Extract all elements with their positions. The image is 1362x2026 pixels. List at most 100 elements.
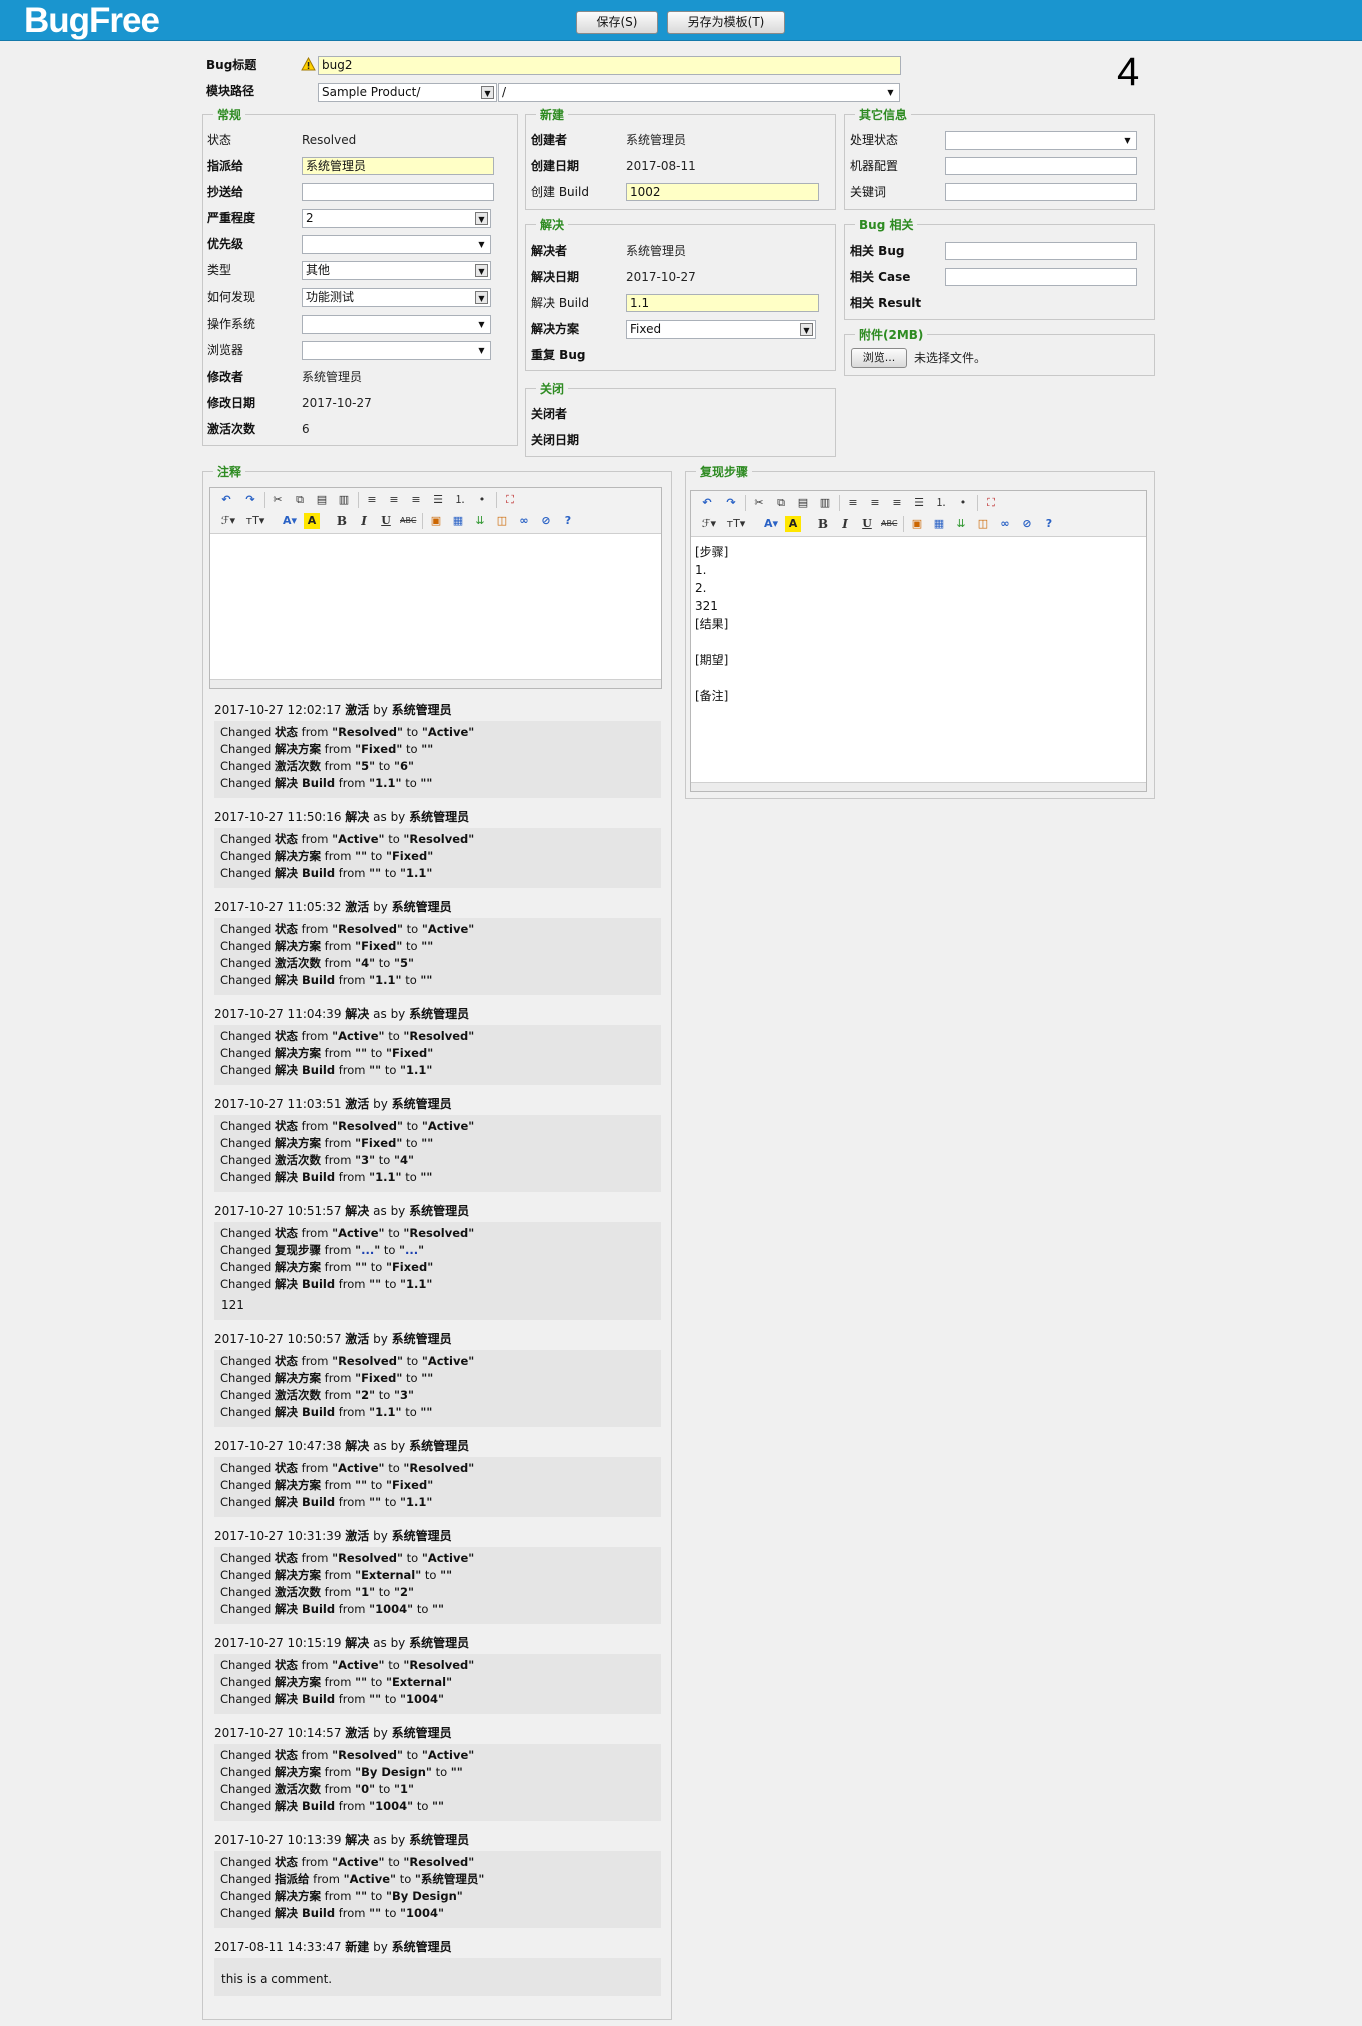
undo-icon[interactable]: ↶ — [218, 492, 234, 508]
bold-icon[interactable]: B — [815, 516, 831, 532]
fullscreen-icon[interactable]: ⛶ — [983, 495, 999, 511]
browser-select[interactable]: ▼ — [302, 341, 491, 360]
assigned-to-input[interactable]: 系统管理员 — [302, 157, 494, 175]
ordered-list-icon[interactable]: ⒈ — [452, 492, 468, 508]
repro-steps-content[interactable]: [步骤] 1. 2. 321 [结果] [期望] [备注] — [695, 543, 728, 705]
help-icon[interactable]: ? — [560, 513, 576, 529]
ordered-list-icon[interactable]: ⒈ — [933, 495, 949, 511]
keyword-input[interactable] — [945, 183, 1137, 201]
fullscreen-icon[interactable]: ⛶ — [502, 492, 518, 508]
align-center-icon[interactable]: ≡ — [386, 492, 402, 508]
module-select[interactable]: / ▼ — [498, 83, 900, 102]
resolution-select[interactable]: Fixed ▼ — [626, 320, 816, 339]
os-select[interactable]: ▼ — [302, 315, 491, 334]
align-left-icon[interactable]: ≡ — [364, 492, 380, 508]
copy-icon[interactable]: ⧉ — [292, 492, 308, 508]
code-icon[interactable]: ◫ — [494, 513, 510, 529]
how-found-select[interactable]: 功能测试 ▼ — [302, 288, 491, 307]
related-bug-input[interactable] — [945, 242, 1137, 260]
product-select[interactable]: Sample Product/ ▼ — [318, 83, 497, 102]
underline-icon[interactable]: U — [859, 516, 875, 532]
horizontal-rule-icon[interactable]: ⇊ — [472, 513, 488, 529]
resolved-build-input[interactable]: 1.1 — [626, 294, 819, 312]
strikethrough-icon[interactable]: ABC — [400, 513, 416, 529]
bug-title-input[interactable]: bug2 — [318, 56, 901, 75]
help-icon[interactable]: ? — [1041, 516, 1057, 532]
paste-text-icon[interactable]: ▥ — [336, 492, 352, 508]
handle-status-select[interactable]: ▼ — [945, 131, 1137, 150]
paste-text-icon[interactable]: ▥ — [817, 495, 833, 511]
to-word: to — [378, 956, 391, 970]
highlight-color-icon[interactable]: A — [785, 516, 801, 532]
redo-icon[interactable]: ↷ — [723, 495, 739, 511]
cut-icon[interactable]: ✂ — [270, 492, 286, 508]
old-value: "Active" — [343, 1872, 397, 1886]
old-value-text: 1 — [361, 1585, 370, 1599]
table-icon[interactable]: ▦ — [931, 516, 947, 532]
copy-icon[interactable]: ⧉ — [773, 495, 789, 511]
new-value-text: Resolved — [409, 1029, 469, 1043]
new-value-text: Fixed — [391, 849, 428, 863]
paste-icon[interactable]: ▤ — [795, 495, 811, 511]
comment-editor[interactable]: ↶ ↷ ✂ ⧉ ▤ ▥ ≡ ≡ ≡ ☰ ⒈ • ⛶ ℱ▾ ᴛT▾ A▾ A B … — [209, 487, 662, 689]
italic-icon[interactable]: I — [356, 513, 372, 529]
machine-config-input[interactable] — [945, 157, 1137, 175]
related-case-input[interactable] — [945, 268, 1137, 286]
repro-steps-editor[interactable]: ↶ ↷ ✂ ⧉ ▤ ▥ ≡ ≡ ≡ ☰ ⒈ • ⛶ ℱ▾ ᴛT▾ A▾ A B … — [690, 490, 1147, 792]
align-center-icon[interactable]: ≡ — [867, 495, 883, 511]
unlink-icon[interactable]: ⊘ — [1019, 516, 1035, 532]
cut-icon[interactable]: ✂ — [751, 495, 767, 511]
highlight-color-icon[interactable]: A — [304, 513, 320, 529]
italic-icon[interactable]: I — [837, 516, 853, 532]
font-family-icon[interactable]: ℱ▾ — [218, 513, 238, 529]
align-right-icon[interactable]: ≡ — [408, 492, 424, 508]
font-color-icon[interactable]: A▾ — [761, 516, 781, 532]
align-justify-icon[interactable]: ☰ — [430, 492, 446, 508]
save-button[interactable]: 保存(S) — [576, 11, 658, 34]
undo-icon[interactable]: ↶ — [699, 495, 715, 511]
font-size-icon[interactable]: ᴛT▾ — [725, 516, 747, 532]
old-value-text[interactable]: ... — [361, 1243, 374, 1257]
changed-field: 指派给 — [275, 1872, 310, 1886]
created-build-input[interactable]: 1002 — [626, 183, 819, 201]
new-value: "Resolved" — [403, 1226, 475, 1240]
new-value-link[interactable]: "..." — [399, 1243, 424, 1257]
link-icon[interactable]: ∞ — [997, 516, 1013, 532]
cc-input[interactable] — [302, 183, 494, 201]
align-right-icon[interactable]: ≡ — [889, 495, 905, 511]
image-icon[interactable]: ▣ — [428, 513, 444, 529]
old-value-link[interactable]: "..." — [355, 1243, 380, 1257]
new-value-text[interactable]: ... — [405, 1243, 418, 1257]
underline-icon[interactable]: U — [378, 513, 394, 529]
browse-button[interactable]: 浏览... — [851, 348, 907, 368]
font-color-icon[interactable]: A▾ — [280, 513, 300, 529]
changed-field: 激活次数 — [275, 759, 321, 773]
type-select[interactable]: 其他 ▼ — [302, 261, 491, 280]
unordered-list-icon[interactable]: • — [474, 492, 490, 508]
redo-icon[interactable]: ↷ — [242, 492, 258, 508]
horizontal-rule-icon[interactable]: ⇊ — [953, 516, 969, 532]
new-value-text: 系统管理员 — [420, 1872, 479, 1886]
priority-select[interactable]: ▼ — [302, 235, 491, 254]
changed-word: Changed — [220, 922, 272, 936]
bold-icon[interactable]: B — [334, 513, 350, 529]
changed-word: Changed — [220, 776, 272, 790]
align-left-icon[interactable]: ≡ — [845, 495, 861, 511]
save-as-template-button[interactable]: 另存为模板(T) — [667, 11, 785, 34]
paste-icon[interactable]: ▤ — [314, 492, 330, 508]
old-value-text: Active — [338, 832, 379, 846]
link-icon[interactable]: ∞ — [516, 513, 532, 529]
changed-word: Changed — [220, 1371, 272, 1385]
font-family-icon[interactable]: ℱ▾ — [699, 516, 719, 532]
code-icon[interactable]: ◫ — [975, 516, 991, 532]
table-icon[interactable]: ▦ — [450, 513, 466, 529]
unordered-list-icon[interactable]: • — [955, 495, 971, 511]
unlink-icon[interactable]: ⊘ — [538, 513, 554, 529]
font-size-icon[interactable]: ᴛT▾ — [244, 513, 266, 529]
align-justify-icon[interactable]: ☰ — [911, 495, 927, 511]
severity-select[interactable]: 2 ▼ — [302, 209, 491, 228]
old-value-text: Active — [338, 1855, 379, 1869]
image-icon[interactable]: ▣ — [909, 516, 925, 532]
to-word: to — [405, 973, 417, 987]
strikethrough-icon[interactable]: ABC — [881, 516, 897, 532]
